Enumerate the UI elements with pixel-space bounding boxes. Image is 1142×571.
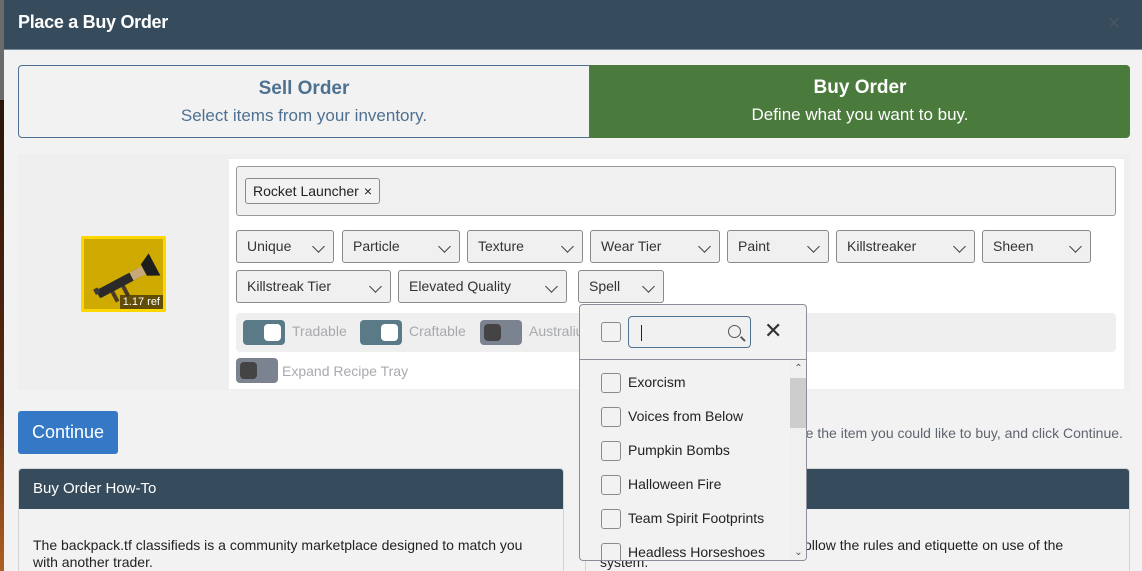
- continue-button[interactable]: Continue: [18, 411, 118, 454]
- spell-option-label: Headless Horseshoes: [628, 544, 765, 560]
- wear-tier-dropdown[interactable]: Wear Tier: [590, 230, 720, 263]
- select-all-checkbox[interactable]: [601, 322, 621, 342]
- spell-option-checkbox[interactable]: [601, 543, 621, 560]
- scroll-thumb[interactable]: [790, 378, 806, 428]
- buy-order-modal: Place a Buy Order × Sell Order Select it…: [4, 0, 1142, 571]
- tradable-toggle[interactable]: [243, 320, 285, 345]
- expand-recipe-tray-toggle[interactable]: [236, 358, 278, 383]
- quality-dropdown[interactable]: Unique: [236, 230, 334, 263]
- item-tag-label: Rocket Launcher: [253, 183, 359, 199]
- spell-dropdown-label: Spell: [589, 278, 621, 294]
- tab-sell-order-title: Sell Order: [258, 78, 350, 99]
- texture-dropdown-label: Texture: [478, 238, 524, 254]
- spell-option-checkbox[interactable]: [601, 441, 621, 461]
- buy-order-howto-card: Buy Order How-To The backpack.tf classif…: [18, 468, 564, 571]
- spell-option-label: Team Spirit Footprints: [628, 510, 765, 526]
- tab-sell-order-subtitle: Select items from your inventory.: [180, 106, 428, 125]
- text-caret: [641, 325, 642, 341]
- modal-title: Place a Buy Order: [18, 12, 168, 32]
- clear-selection-icon[interactable]: ✕: [764, 319, 782, 343]
- chevron-down-icon: [807, 240, 820, 253]
- paint-dropdown[interactable]: Paint: [727, 230, 829, 263]
- spell-option-checkbox[interactable]: [601, 509, 621, 529]
- spell-option[interactable]: Headless Horseshoes: [580, 541, 790, 560]
- spell-option-label: Halloween Fire: [628, 476, 722, 492]
- item-definition-area: 1.17 ref Rocket Launcher × Unique Particl…: [18, 154, 1130, 390]
- chevron-down-icon: [953, 240, 966, 253]
- spell-option-label: Exorcism: [628, 374, 686, 390]
- tradable-label: Tradable: [292, 323, 347, 339]
- close-icon[interactable]: ×: [1104, 12, 1124, 34]
- chevron-down-icon: [698, 240, 711, 253]
- scroll-up-icon[interactable]: ⌃: [790, 361, 806, 377]
- item-tag: Rocket Launcher ×: [245, 178, 381, 204]
- spell-list-scrollbar[interactable]: ⌃ ⌄: [790, 361, 806, 560]
- spell-option[interactable]: Pumpkin Bombs: [580, 439, 790, 473]
- craftable-toggle[interactable]: [360, 320, 402, 345]
- remove-tag-icon[interactable]: ×: [364, 183, 372, 199]
- spell-option[interactable]: Halloween Fire: [580, 473, 790, 507]
- spell-option-label: Voices from Below: [628, 408, 744, 424]
- elevated-quality-dropdown[interactable]: Elevated Quality: [398, 270, 567, 303]
- tab-buy-order[interactable]: Buy Order Define what you want to buy.: [590, 65, 1130, 138]
- tab-sell-order[interactable]: Sell Order Select items from your invent…: [18, 65, 590, 138]
- quality-dropdown-label: Unique: [247, 238, 292, 254]
- spell-option[interactable]: Voices from Below: [580, 405, 790, 439]
- instructions-text: ate the item you could like to buy, and …: [794, 425, 1123, 441]
- chevron-down-icon: [438, 240, 451, 253]
- killstreak-tier-dropdown-label: Killstreak Tier: [247, 278, 332, 294]
- australium-toggle[interactable]: [480, 320, 522, 345]
- texture-dropdown[interactable]: Texture: [467, 230, 583, 263]
- spell-dropdown-menu: ✕ Exorcism Voices from Below Pumpkin Bom…: [579, 304, 807, 561]
- chevron-down-icon: [642, 280, 655, 293]
- card-body: The backpack.tf classifieds is a communi…: [33, 537, 523, 570]
- scroll-down-icon[interactable]: ⌄: [790, 545, 806, 560]
- paint-dropdown-label: Paint: [738, 238, 770, 254]
- spell-option-checkbox[interactable]: [601, 373, 621, 393]
- spell-dropdown[interactable]: Spell: [578, 270, 664, 303]
- spell-menu-header: ✕: [580, 305, 806, 360]
- sheen-dropdown-label: Sheen: [993, 238, 1034, 254]
- order-type-tabs: Sell Order Select items from your invent…: [18, 65, 1130, 138]
- killstreak-tier-dropdown[interactable]: Killstreak Tier: [236, 270, 391, 303]
- search-icon: [728, 325, 741, 338]
- item-tag-input[interactable]: Rocket Launcher ×: [236, 166, 1116, 216]
- tab-buy-order-subtitle: Define what you want to buy.: [751, 105, 969, 124]
- craftable-label: Craftable: [409, 323, 466, 339]
- spell-option-label: Pumpkin Bombs: [628, 442, 730, 458]
- particle-dropdown-label: Particle: [353, 238, 400, 254]
- elevated-quality-dropdown-label: Elevated Quality: [409, 278, 511, 294]
- expand-recipe-tray-label: Expand Recipe Tray: [282, 363, 409, 379]
- killstreaker-dropdown-label: Killstreaker: [847, 238, 917, 254]
- modal-header: Place a Buy Order ×: [4, 0, 1142, 50]
- chevron-down-icon: [545, 280, 558, 293]
- spell-option-checkbox[interactable]: [601, 407, 621, 427]
- spell-search-input[interactable]: [628, 316, 751, 348]
- spell-options-list: Exorcism Voices from Below Pumpkin Bombs…: [580, 361, 790, 560]
- chevron-down-icon: [312, 240, 325, 253]
- particle-dropdown[interactable]: Particle: [342, 230, 460, 263]
- item-tile[interactable]: 1.17 ref: [81, 236, 166, 312]
- spell-option-checkbox[interactable]: [601, 475, 621, 495]
- wear-tier-dropdown-label: Wear Tier: [601, 238, 662, 254]
- sheen-dropdown[interactable]: Sheen: [982, 230, 1091, 263]
- chevron-down-icon: [1069, 240, 1082, 253]
- killstreaker-dropdown[interactable]: Killstreaker: [836, 230, 975, 263]
- card-title: Buy Order How-To: [19, 469, 563, 509]
- spell-option[interactable]: Team Spirit Footprints: [580, 507, 790, 541]
- item-price-badge: 1.17 ref: [119, 295, 163, 309]
- spell-option[interactable]: Exorcism: [580, 371, 790, 405]
- tab-buy-order-title: Buy Order: [813, 77, 907, 98]
- chevron-down-icon: [561, 240, 574, 253]
- chevron-down-icon: [369, 280, 382, 293]
